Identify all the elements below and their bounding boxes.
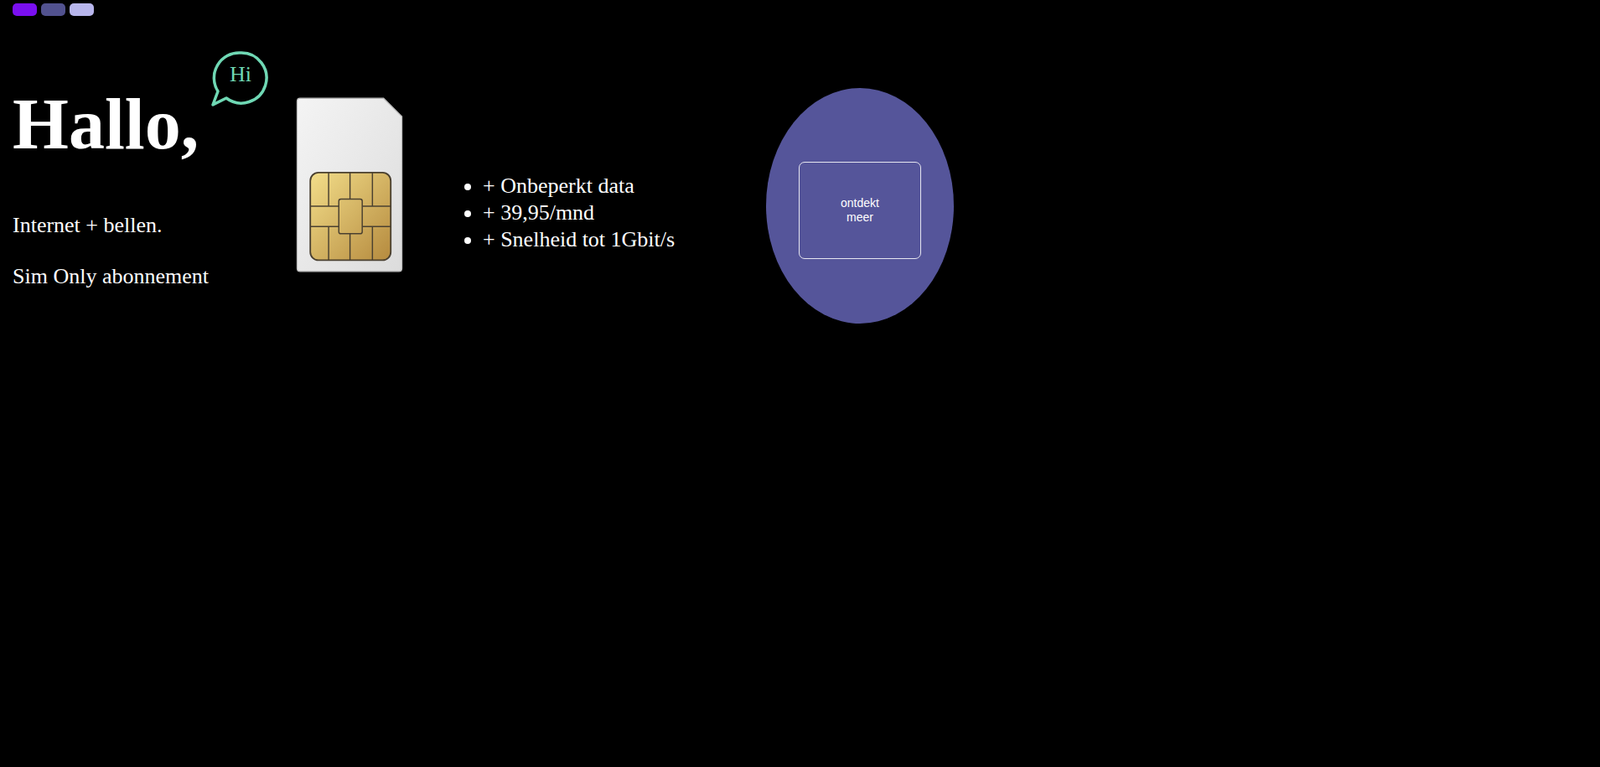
intro: Hallo,Hi Internet + bellen. Sim Only abonn… bbox=[12, 88, 296, 316]
intro-line: Internet + bellen. bbox=[12, 212, 296, 239]
color-swatch[interactable] bbox=[69, 3, 94, 16]
bubble-text: Hi bbox=[219, 62, 262, 88]
color-swatch[interactable] bbox=[41, 3, 66, 16]
feature-item: + 39,95/mnd bbox=[482, 199, 735, 227]
heading-wrap: Hallo,Hi bbox=[12, 88, 296, 161]
color-swatch[interactable] bbox=[12, 3, 37, 16]
discover-button[interactable]: ontdekt meer bbox=[798, 161, 922, 259]
sim-card-icon bbox=[295, 97, 404, 273]
button-label: ontdekt meer bbox=[840, 196, 880, 225]
speech-bubble: Hi bbox=[201, 47, 269, 115]
intro-line: Sim Only abonnement bbox=[12, 264, 296, 290]
swatch-row bbox=[12, 3, 1588, 16]
page: Hallo,Hi Internet + bellen. Sim Only abonn… bbox=[0, 0, 1600, 767]
cta-oval: ontdekt meer bbox=[766, 88, 954, 324]
feature-item: + Snelheid tot 1Gbit/s bbox=[482, 226, 735, 254]
hero-row: Hallo,Hi Internet + bellen. Sim Only abonn… bbox=[12, 88, 1588, 324]
feature-item: + Onbeperkt data bbox=[482, 172, 735, 200]
feature-list: + Onbeperkt data+ 39,95/mnd+ Snelheid to… bbox=[449, 172, 735, 254]
